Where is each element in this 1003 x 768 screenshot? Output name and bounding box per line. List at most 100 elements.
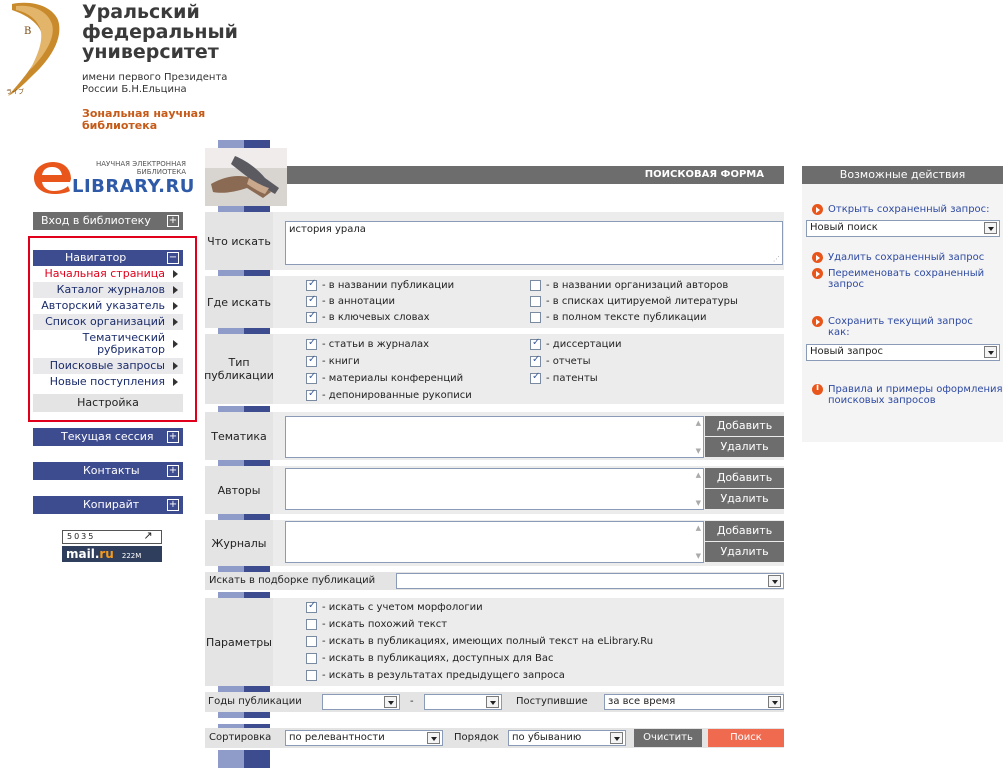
session-button[interactable]: Текущая сессия + [33,428,183,446]
clear-button[interactable]: Очистить [634,729,702,747]
authors-remove-button[interactable]: Удалить [705,489,784,509]
arrow-right-icon [812,204,823,215]
chevron-down-icon[interactable] [768,696,781,708]
scroll-down-icon[interactable]: ▼ [696,447,701,455]
nav-item-journals[interactable]: Каталог журналов [33,282,183,298]
settings-button[interactable]: Настройка [33,394,183,412]
open-saved-select[interactable]: Новый поиск [806,220,1000,237]
counter-brand-ru: ru [99,547,114,561]
authors-listbox[interactable]: ▲ ▼ [285,468,704,510]
checkbox-keywords[interactable] [306,310,317,323]
expand-icon[interactable]: + [167,431,179,443]
checkbox-reports[interactable] [530,354,541,367]
nav-item-rubricator[interactable]: Тематический рубрикатор [33,330,183,358]
authors-add-button[interactable]: Добавить [705,468,784,488]
chevron-down-icon[interactable] [384,696,397,708]
chevron-down-icon[interactable] [984,346,997,358]
checkbox-fulltext[interactable] [530,312,541,323]
topic-label: Тематика [205,412,273,460]
chevron-down-icon[interactable] [486,696,499,708]
mailru-counter[interactable]: mail.ru 222M [62,546,162,562]
scroll-down-icon[interactable]: ▼ [696,499,701,507]
expand-icon[interactable]: + [167,215,179,227]
year-from-select[interactable] [322,694,400,710]
topic-remove-button[interactable]: Удалить [705,437,784,457]
resize-grip-icon[interactable]: ⋰ [773,255,780,263]
chevron-down-icon[interactable] [610,732,623,744]
order-select[interactable]: по убыванию [508,730,626,746]
scroll-up-icon[interactable]: ▲ [696,524,701,532]
navigator-header[interactable]: Навигатор − [33,250,183,266]
arrived-select[interactable]: за все время [604,694,784,710]
checkbox-references[interactable] [530,296,541,307]
nav-item-label: Поисковые запросы [49,359,165,372]
rename-saved-line: запрос [828,279,864,290]
topic-add-button[interactable]: Добавить [705,416,784,436]
elibrary-logo-text[interactable]: LIBRARY.RU [72,176,195,197]
order-value: по убыванию [512,732,582,743]
expand-icon[interactable]: + [167,499,179,511]
delete-saved-link[interactable]: Удалить сохраненный запрос [828,252,984,263]
checkbox-deposited[interactable] [306,388,317,401]
save-as-select[interactable]: Новый запрос [806,344,1000,361]
collection-select[interactable] [396,573,784,589]
rules-link[interactable]: Правила и примеры оформления поисковых з… [828,384,1003,406]
rules-line: поисковых запросов [828,395,936,406]
expand-icon[interactable]: + [167,465,179,477]
collapse-icon[interactable]: − [167,252,179,264]
login-button[interactable]: Вход в библиотеку + [33,212,183,230]
nav-item-organizations[interactable]: Список организаций [33,314,183,330]
elibrary-e-icon[interactable] [32,162,72,194]
chevron-right-icon [173,286,178,294]
rename-saved-link[interactable]: Переименовать сохраненный запрос [828,268,984,290]
contacts-button[interactable]: Контакты + [33,462,183,480]
save-current-line: как: [828,327,850,338]
sort-select[interactable]: по релевантности [285,730,443,746]
checkbox-conferences[interactable] [306,371,317,384]
nav-item-home[interactable]: Начальная страница [33,266,183,282]
copyright-button[interactable]: Копирайт + [33,496,183,514]
counter-value: 5035 [67,532,96,541]
checkbox-abstract[interactable] [306,294,317,307]
query-textarea[interactable]: история урала ⋰ [285,221,783,265]
actions-header: Возможные действия [802,166,1003,184]
journals-remove-button[interactable]: Удалить [705,542,784,562]
scroll-up-icon[interactable]: ▲ [696,419,701,427]
type-label-line: Тип [228,356,250,369]
library-name[interactable]: Зональная научная библиотека [82,108,205,132]
checkbox-elibrary-fulltext[interactable] [306,636,317,647]
journals-listbox[interactable]: ▲ ▼ [285,521,704,563]
journals-add-button[interactable]: Добавить [705,521,784,541]
year-to-select[interactable] [424,694,502,710]
checkbox-articles[interactable] [306,337,317,350]
checkbox-dissertations[interactable] [530,337,541,350]
open-saved-link[interactable]: Открыть сохраненный запрос: [828,204,990,215]
chevron-down-icon[interactable] [768,575,781,587]
checkbox-label: - в аннотации [322,296,395,307]
chevron-down-icon[interactable] [427,732,440,744]
search-button[interactable]: Поиск [708,729,784,747]
info-icon [812,383,823,395]
scroll-down-icon[interactable]: ▼ [696,552,701,560]
nav-item-queries[interactable]: Поисковые запросы [33,358,183,374]
checkbox-morphology[interactable] [306,600,317,613]
checkbox-previous-results[interactable] [306,670,317,681]
copyright-label: Копирайт [83,498,140,511]
nav-item-authors[interactable]: Авторский указатель [33,298,183,314]
save-current-link[interactable]: Сохранить текущий запрос как: [828,316,973,338]
university-title-line: федеральный [82,21,238,43]
checkbox-title[interactable] [306,278,317,291]
checkbox-label: - в названии публикации [322,280,455,291]
checkbox-patents[interactable] [530,371,541,384]
checkbox-books[interactable] [306,354,317,367]
scroll-up-icon[interactable]: ▲ [696,471,701,479]
chevron-down-icon[interactable] [984,222,997,234]
checkbox-available[interactable] [306,653,317,664]
checkbox-org-names[interactable] [530,280,541,291]
sort-label: Сортировка [209,732,272,743]
topic-listbox[interactable]: ▲ ▼ [285,416,704,458]
nav-item-label: Каталог журналов [56,283,165,296]
nav-item-new-arrivals[interactable]: Новые поступления [33,374,183,390]
checkbox-similar[interactable] [306,619,317,630]
type-label-line: публикации [204,369,274,382]
